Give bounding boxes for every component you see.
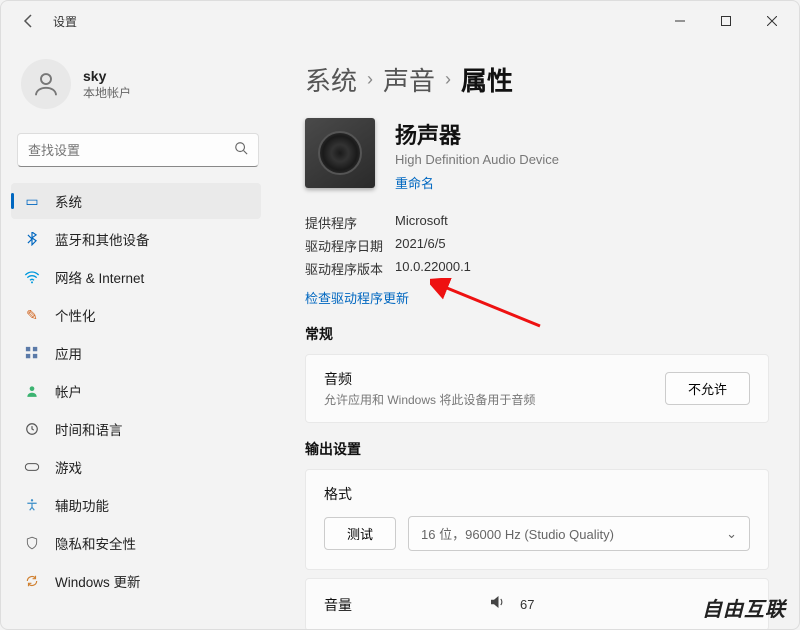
format-value: 16 位，96000 Hz (Studio Quality): [421, 524, 614, 543]
format-label: 格式: [324, 484, 750, 504]
nav-system[interactable]: ▭ 系统: [11, 183, 261, 219]
test-button[interactable]: 测试: [324, 517, 396, 550]
device-title: 扬声器: [395, 118, 559, 150]
nav-accounts[interactable]: 帐户: [11, 373, 261, 409]
breadcrumb: 系统 › 声音 › 属性: [305, 61, 769, 98]
nav-accessibility[interactable]: 辅助功能: [11, 487, 261, 523]
app-title: 设置: [53, 13, 77, 30]
user-block[interactable]: sky 本地帐户: [11, 51, 271, 123]
chevron-down-icon: ⌄: [726, 526, 737, 542]
chevron-right-icon: ›: [367, 69, 373, 90]
person-icon: [23, 382, 41, 400]
user-name: sky: [83, 68, 131, 84]
apps-icon: [23, 344, 41, 362]
titlebar: 设置: [1, 1, 799, 41]
clock-icon: [23, 420, 41, 438]
check-driver-update-link[interactable]: 检查驱动程序更新: [305, 288, 409, 307]
volume-label: 音量: [324, 595, 474, 615]
format-select[interactable]: 16 位，96000 Hz (Studio Quality) ⌄: [408, 516, 750, 551]
provider-label: 提供程序: [305, 213, 395, 232]
format-card: 格式 测试 16 位，96000 Hz (Studio Quality) ⌄: [305, 469, 769, 570]
bluetooth-icon: [23, 230, 41, 248]
avatar: [21, 59, 71, 109]
nav-apps[interactable]: 应用: [11, 335, 261, 371]
user-subtitle: 本地帐户: [83, 84, 131, 101]
nav-network[interactable]: 网络 & Internet: [11, 259, 261, 295]
shield-icon: [23, 534, 41, 552]
speaker-device-icon: [305, 118, 375, 188]
search-icon: [234, 141, 248, 160]
brush-icon: ✎: [23, 306, 41, 324]
rename-link[interactable]: 重命名: [395, 173, 434, 192]
close-button[interactable]: [749, 5, 795, 37]
audio-permission-card: 音频 允许应用和 Windows 将此设备用于音频 不允许: [305, 354, 769, 423]
output-section-title: 输出设置: [305, 439, 769, 459]
driver-date-value: 2021/6/5: [395, 236, 446, 255]
nav-privacy[interactable]: 隐私和安全性: [11, 525, 261, 561]
disallow-button[interactable]: 不允许: [665, 372, 750, 405]
nav-time[interactable]: 时间和语言: [11, 411, 261, 447]
search-box[interactable]: [17, 133, 259, 167]
volume-card: 音量 67: [305, 578, 769, 629]
back-button[interactable]: [19, 11, 39, 31]
provider-value: Microsoft: [395, 213, 448, 232]
sidebar: sky 本地帐户 ▭ 系统 蓝牙和其他设备: [1, 41, 271, 629]
accessibility-icon: [23, 496, 41, 514]
nav-update[interactable]: Windows 更新: [11, 563, 261, 599]
volume-value: 67: [520, 597, 534, 612]
nav-personalization[interactable]: ✎ 个性化: [11, 297, 261, 333]
driver-date-label: 驱动程序日期: [305, 236, 395, 255]
crumb-sound[interactable]: 声音: [383, 61, 435, 98]
crumb-system[interactable]: 系统: [305, 61, 357, 98]
main-content: 系统 › 声音 › 属性 扬声器 High Definition Audio D…: [271, 41, 799, 629]
audio-card-subtitle: 允许应用和 Windows 将此设备用于音频: [324, 391, 535, 408]
nav-bluetooth[interactable]: 蓝牙和其他设备: [11, 221, 261, 257]
minimize-button[interactable]: [657, 5, 703, 37]
maximize-button[interactable]: [703, 5, 749, 37]
search-input[interactable]: [28, 143, 234, 158]
device-subtitle: High Definition Audio Device: [395, 152, 559, 167]
driver-version-label: 驱动程序版本: [305, 259, 395, 278]
general-section-title: 常规: [305, 324, 769, 344]
system-icon: ▭: [23, 192, 41, 210]
chevron-right-icon: ›: [445, 69, 451, 90]
watermark-text: 自由互联: [702, 593, 786, 622]
driver-version-value: 10.0.22000.1: [395, 259, 471, 278]
update-icon: [23, 572, 41, 590]
nav-gaming[interactable]: 游戏: [11, 449, 261, 485]
speaker-icon[interactable]: [488, 593, 506, 616]
gamepad-icon: [23, 458, 41, 476]
crumb-properties: 属性: [461, 61, 513, 98]
wifi-icon: [23, 268, 41, 286]
audio-card-title: 音频: [324, 369, 535, 389]
